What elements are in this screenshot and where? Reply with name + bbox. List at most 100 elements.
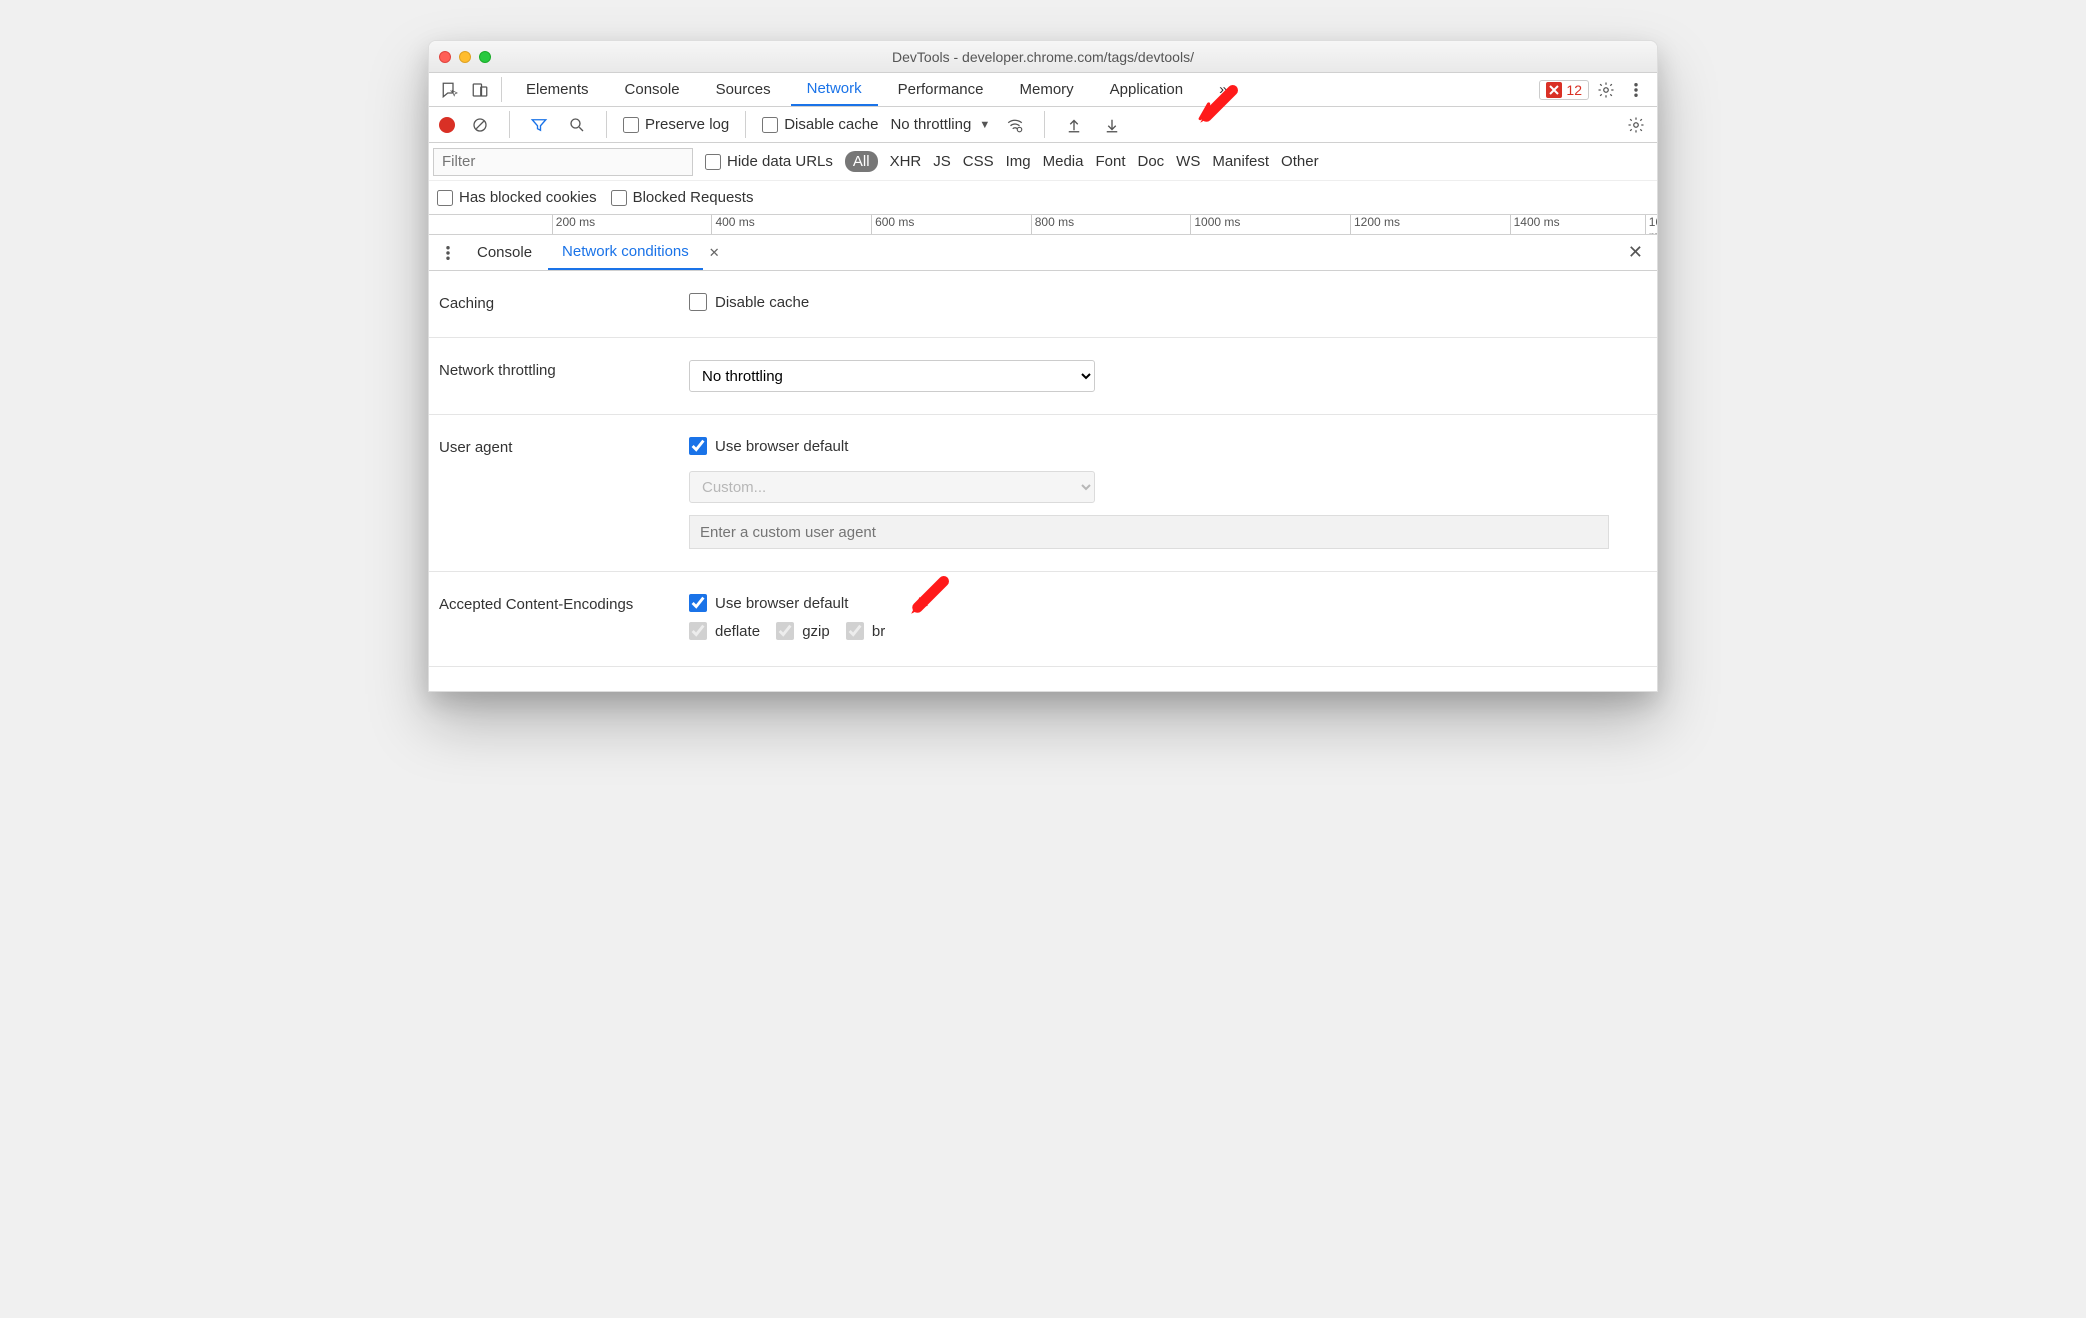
blocked-requests-label: Blocked Requests: [633, 189, 754, 206]
network-conditions-icon[interactable]: [1002, 112, 1028, 138]
has-blocked-cookies-checkbox[interactable]: Has blocked cookies: [437, 189, 597, 206]
encoding-gzip-checkbox: gzip: [776, 622, 830, 640]
close-window-button[interactable]: [439, 51, 451, 63]
drawer-tab-strip: Console Network conditions ✕ ✕: [429, 235, 1657, 271]
throttling-label: Network throttling: [439, 360, 669, 379]
divider: [745, 111, 746, 138]
throttling-select[interactable]: No throttling ▼: [890, 116, 990, 133]
error-count: 12: [1566, 82, 1582, 98]
settings-gear-icon[interactable]: [1593, 77, 1619, 103]
drawer-tab-console[interactable]: Console: [463, 236, 546, 269]
main-tab-strip: Elements Console Sources Network Perform…: [429, 73, 1657, 107]
traffic-lights: [439, 51, 491, 63]
encoding-deflate-text: deflate: [715, 623, 760, 640]
hide-data-urls-label: Hide data URLs: [727, 153, 833, 170]
timeline-tick: 800 ms: [1031, 215, 1074, 234]
timeline-tick: 1400 ms: [1510, 215, 1560, 234]
maximize-window-button[interactable]: [479, 51, 491, 63]
filter-toggle-icon[interactable]: [526, 112, 552, 138]
has-blocked-cookies-label: Has blocked cookies: [459, 189, 597, 206]
annotation-arrow: [1196, 85, 1238, 127]
tab-sources[interactable]: Sources: [700, 74, 787, 105]
blocked-requests-checkbox[interactable]: Blocked Requests: [611, 189, 754, 206]
kebab-menu-icon[interactable]: [1623, 77, 1649, 103]
row-throttling: Network throttling No throttling: [429, 338, 1657, 415]
titlebar: DevTools - developer.chrome.com/tags/dev…: [429, 41, 1657, 73]
devtools-window: DevTools - developer.chrome.com/tags/dev…: [428, 40, 1658, 692]
record-button[interactable]: [439, 117, 455, 133]
caching-disable-cache-text: Disable cache: [715, 294, 809, 311]
download-har-icon[interactable]: [1099, 112, 1125, 138]
tab-network[interactable]: Network: [791, 73, 878, 106]
row-content-encodings: Accepted Content-Encodings Use browser d…: [429, 572, 1657, 667]
filter-row: Hide data URLs All XHR JS CSS Img Media …: [429, 143, 1657, 181]
caching-disable-cache-checkbox[interactable]: Disable cache: [689, 293, 809, 311]
divider: [501, 77, 502, 102]
error-icon: [1546, 82, 1562, 98]
window-title: DevTools - developer.chrome.com/tags/dev…: [429, 49, 1657, 65]
error-count-badge[interactable]: 12: [1539, 80, 1589, 100]
disable-cache-checkbox[interactable]: Disable cache: [762, 116, 878, 133]
network-toolbar: Preserve log Disable cache No throttling…: [429, 107, 1657, 143]
timeline-tick: 1600 ms: [1645, 215, 1657, 234]
filter-type-ws[interactable]: WS: [1176, 153, 1200, 170]
drawer-tab-network-conditions[interactable]: Network conditions: [548, 235, 703, 270]
hide-data-urls-checkbox[interactable]: Hide data URLs: [705, 153, 833, 170]
ua-use-default-text: Use browser default: [715, 438, 848, 455]
upload-har-icon[interactable]: [1061, 112, 1087, 138]
filter-type-img[interactable]: Img: [1006, 153, 1031, 170]
encodings-use-default-text: Use browser default: [715, 595, 848, 612]
encoding-deflate-checkbox: deflate: [689, 622, 760, 640]
tab-application[interactable]: Application: [1094, 74, 1199, 105]
timeline-tick: 1200 ms: [1350, 215, 1400, 234]
ua-use-default-checkbox[interactable]: Use browser default: [689, 437, 848, 455]
minimize-window-button[interactable]: [459, 51, 471, 63]
divider: [606, 111, 607, 138]
drawer-menu-icon[interactable]: [435, 240, 461, 266]
encoding-br-text: br: [872, 623, 885, 640]
drawer-tab-close-icon[interactable]: ✕: [709, 245, 720, 261]
filter-type-media[interactable]: Media: [1043, 153, 1084, 170]
search-icon[interactable]: [564, 112, 590, 138]
tab-performance[interactable]: Performance: [882, 74, 1000, 105]
tab-memory[interactable]: Memory: [1004, 74, 1090, 105]
encoding-br-checkbox: br: [846, 622, 885, 640]
caching-label: Caching: [439, 293, 669, 312]
filter-type-doc[interactable]: Doc: [1137, 153, 1164, 170]
encodings-use-default-checkbox[interactable]: Use browser default: [689, 594, 848, 612]
timeline-tick: 1000 ms: [1190, 215, 1240, 234]
filter-input[interactable]: [433, 148, 693, 176]
network-conditions-panel: Caching Disable cache Network throttling…: [429, 271, 1657, 691]
chevron-down-icon: ▼: [979, 119, 990, 131]
annotation-arrow: [907, 576, 949, 618]
device-toolbar-icon[interactable]: [467, 77, 493, 103]
filter-type-other[interactable]: Other: [1281, 153, 1319, 170]
tab-elements[interactable]: Elements: [510, 74, 605, 105]
encodings-label: Accepted Content-Encodings: [439, 594, 669, 613]
filter-type-manifest[interactable]: Manifest: [1212, 153, 1269, 170]
network-settings-gear-icon[interactable]: [1623, 112, 1649, 138]
filter-type-all[interactable]: All: [845, 151, 878, 172]
row-caching: Caching Disable cache: [429, 271, 1657, 338]
filter-type-css[interactable]: CSS: [963, 153, 994, 170]
blocked-row: Has blocked cookies Blocked Requests: [429, 181, 1657, 215]
disable-cache-label: Disable cache: [784, 116, 878, 133]
encoding-gzip-text: gzip: [802, 623, 830, 640]
timeline-ruler[interactable]: 200 ms 400 ms 600 ms 800 ms 1000 ms 1200…: [429, 215, 1657, 235]
divider: [509, 111, 510, 138]
ua-custom-select: Custom...: [689, 471, 1095, 503]
inspect-element-icon[interactable]: [437, 77, 463, 103]
throttling-dropdown[interactable]: No throttling: [689, 360, 1095, 392]
drawer-close-icon[interactable]: ✕: [1620, 242, 1651, 263]
clear-icon[interactable]: [467, 112, 493, 138]
throttling-value: No throttling: [890, 116, 971, 133]
preserve-log-label: Preserve log: [645, 116, 729, 133]
row-user-agent: User agent Use browser default Custom...: [429, 415, 1657, 572]
tab-console[interactable]: Console: [609, 74, 696, 105]
preserve-log-checkbox[interactable]: Preserve log: [623, 116, 729, 133]
filter-type-js[interactable]: JS: [933, 153, 951, 170]
ua-custom-input: [689, 515, 1609, 549]
filter-type-xhr[interactable]: XHR: [890, 153, 922, 170]
divider: [1044, 111, 1045, 138]
filter-type-font[interactable]: Font: [1095, 153, 1125, 170]
